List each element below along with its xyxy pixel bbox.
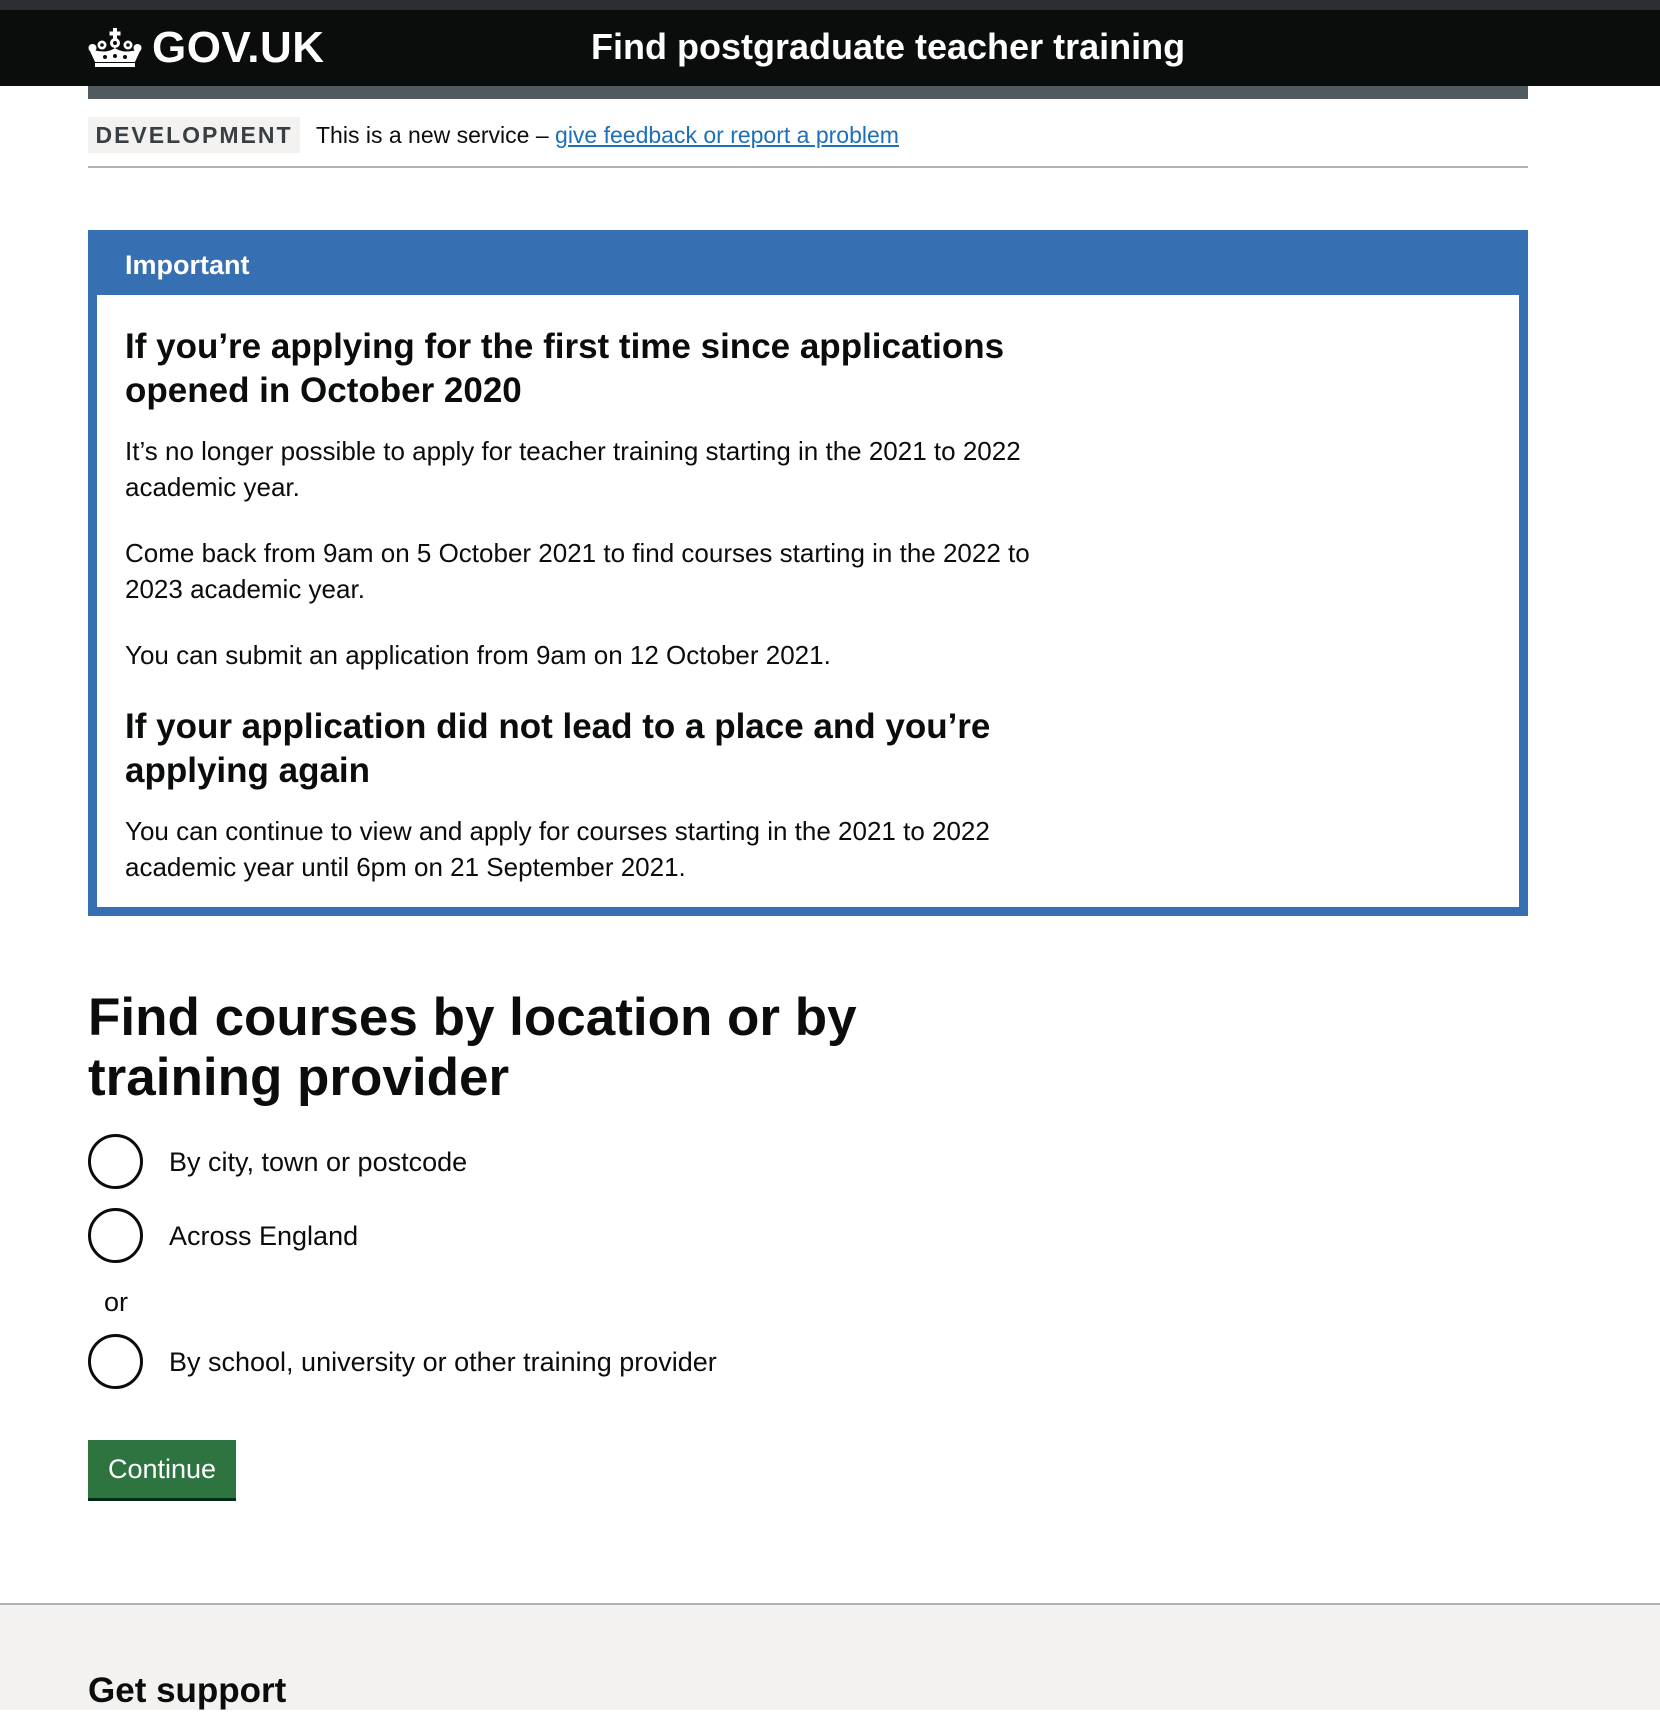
or-divider: or — [104, 1287, 129, 1317]
footer-heading-get-support: Get support — [88, 1671, 287, 1710]
phase-banner-text: This is a new service – give feedback or… — [316, 119, 899, 151]
radio-option-across-england[interactable]: Across England — [88, 1208, 358, 1263]
site-header: GOV.UK Find postgraduate teacher trainin… — [0, 10, 1660, 86]
phase-tag: DEVELOPMENT — [88, 117, 300, 153]
notice-header: Important — [97, 239, 1519, 295]
notice-paragraph: You can submit an application from 9am o… — [125, 640, 831, 670]
radio-option-provider[interactable]: By school, university or other training … — [88, 1334, 717, 1389]
feedback-link[interactable]: give feedback or report a problem — [555, 122, 899, 148]
top-strip — [0, 0, 1660, 10]
continue-button[interactable]: Continue — [88, 1440, 236, 1498]
page-title: Find courses by location or by training … — [88, 988, 857, 1107]
notice-paragraph: It’s no longer possible to apply for tea… — [125, 436, 1021, 502]
radio-button[interactable] — [88, 1334, 143, 1389]
govuk-logo-text: GOV.UK — [152, 23, 325, 72]
site-footer: Get support — [0, 1603, 1660, 1710]
radio-label[interactable]: By school, university or other training … — [169, 1344, 717, 1380]
notice-paragraph: You can continue to view and apply for c… — [125, 816, 990, 882]
radio-option-location[interactable]: By city, town or postcode — [88, 1134, 467, 1189]
notice-heading-first-time: If you’re applying for the first time si… — [125, 327, 1005, 410]
radio-label[interactable]: Across England — [169, 1218, 358, 1254]
notice-title: Important — [125, 250, 250, 280]
govuk-logo-link[interactable]: GOV.UK — [88, 23, 325, 72]
important-notice: Important If you’re applying for the fir… — [88, 230, 1528, 916]
notice-heading-applying-again: If your application did not lead to a pl… — [125, 707, 991, 790]
radio-button[interactable] — [88, 1134, 143, 1189]
radio-button[interactable] — [88, 1208, 143, 1263]
crown-icon — [88, 28, 142, 67]
radio-label[interactable]: By city, town or postcode — [169, 1144, 467, 1180]
phase-banner: DEVELOPMENT This is a new service – give… — [88, 104, 1528, 168]
phase-banner-message: This is a new service – — [316, 122, 556, 148]
notice-paragraph: Come back from 9am on 5 October 2021 to … — [125, 538, 1030, 604]
service-name[interactable]: Find postgraduate teacher training — [591, 26, 1185, 68]
header-underline-bar — [88, 86, 1528, 99]
